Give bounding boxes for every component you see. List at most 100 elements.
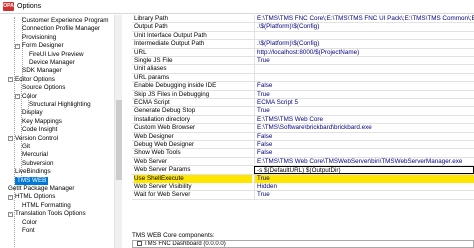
property-name: Web Server Params bbox=[134, 166, 191, 174]
property-row[interactable]: Web Server E:\TMS\TMS Web Core\TMSWebServ… bbox=[132, 157, 474, 167]
property-name: Unit aliases bbox=[134, 65, 167, 73]
tree-scrollbar[interactable] bbox=[114, 15, 122, 248]
tree-item[interactable]: Source Options bbox=[22, 84, 65, 92]
tree-expand-toggle-icon[interactable]: - bbox=[8, 136, 13, 142]
app-logo-icon: OPA bbox=[3, 2, 14, 11]
property-row[interactable]: Unit Interface Output Path bbox=[132, 31, 474, 41]
property-row[interactable]: Unit aliases bbox=[132, 65, 474, 74]
property-value[interactable]: http://localhost:8000/$(ProjectName) bbox=[254, 48, 474, 57]
property-value[interactable]: False bbox=[254, 132, 474, 141]
property-row[interactable]: Web Server Params -s $(DefaultURL) $(Outp… bbox=[132, 166, 474, 175]
window-title: Options bbox=[17, 3, 42, 10]
property-row[interactable]: URL http://localhost:8000/$(ProjectName) bbox=[132, 48, 474, 57]
property-value[interactable]: E:\TMS\TMS FNC Core\;E:\TMS\TMS FNC UI P… bbox=[254, 15, 474, 23]
property-name: Wait for Web Server bbox=[134, 191, 191, 199]
property-value[interactable] bbox=[254, 65, 474, 74]
component-checkbox[interactable] bbox=[137, 241, 142, 246]
tree-item[interactable]: Font bbox=[22, 227, 35, 235]
property-name: Generate Debug Stop bbox=[134, 107, 196, 115]
property-name: Enable Debugging inside IDE bbox=[134, 82, 217, 90]
property-name: Debug Web Designer bbox=[134, 141, 195, 148]
property-name: Use ShellExecute bbox=[134, 174, 252, 183]
tree-item[interactable]: FireUI Live Preview bbox=[29, 51, 84, 59]
property-row[interactable]: Enable Debugging inside IDE False bbox=[132, 82, 474, 91]
tree-item[interactable]: Connection Profile Manager bbox=[22, 25, 100, 33]
tree-item[interactable]: Git bbox=[22, 143, 30, 151]
tree-item[interactable]: Version Control bbox=[15, 135, 58, 143]
property-value-edit-field[interactable]: -s $(DefaultURL) $(OutputDir) bbox=[254, 166, 474, 175]
property-value[interactable]: True bbox=[254, 107, 474, 116]
property-value[interactable]: E:\TMS\TMS Web Core\TMSWebServer\bin\TMS… bbox=[254, 157, 474, 166]
tree-item[interactable]: SDK Manager bbox=[22, 67, 62, 75]
property-name: Custom Web Browser bbox=[134, 124, 196, 132]
property-name: Installation directory bbox=[134, 115, 190, 123]
property-name: Web Server bbox=[134, 157, 168, 165]
property-value[interactable]: .\$(Platform)\$(Config) bbox=[254, 40, 474, 49]
property-value[interactable] bbox=[254, 31, 474, 40]
property-row[interactable]: Output Path .\$(Platform)\$(Config) bbox=[132, 23, 474, 32]
tree-item[interactable]: Customer Experience Program bbox=[22, 17, 108, 25]
tree-item[interactable]: Structural Highlighting bbox=[29, 101, 91, 109]
property-row[interactable]: Debug Web Designer False bbox=[132, 141, 474, 150]
tree-expand-toggle-icon[interactable]: - bbox=[8, 194, 13, 200]
property-row[interactable]: Skip JS Files in Debugging True bbox=[132, 90, 474, 99]
property-value[interactable]: False bbox=[254, 141, 474, 149]
tree-item[interactable]: Provisioning bbox=[22, 34, 56, 42]
property-row[interactable]: Custom Web Browser E:\TMS\Software\brickb… bbox=[132, 124, 474, 133]
tree-item[interactable]: Form Designer bbox=[22, 42, 64, 50]
property-row[interactable]: Installation directory E:\TMS\TMS Web Cor… bbox=[132, 115, 474, 125]
tree-item[interactable]: Editor Options bbox=[15, 76, 55, 84]
tree-item[interactable]: Subversion bbox=[22, 160, 54, 168]
property-value[interactable]: E:\TMS\Software\brickbard\brickbard.exe bbox=[254, 124, 474, 133]
tree-item[interactable]: Color bbox=[22, 93, 37, 101]
property-value[interactable]: Hidden bbox=[254, 183, 474, 191]
property-name: Skip JS Files in Debugging bbox=[134, 90, 210, 98]
property-row[interactable]: Use ShellExecute True bbox=[132, 174, 474, 183]
tree-expand-toggle-icon[interactable]: - bbox=[15, 94, 20, 100]
property-value[interactable]: True bbox=[254, 174, 474, 183]
property-name: Web Designer bbox=[134, 132, 174, 140]
tree-expand-toggle-icon[interactable]: - bbox=[8, 77, 13, 83]
tree-item[interactable]: Code Insight bbox=[22, 126, 57, 134]
property-row[interactable]: Generate Debug Stop True bbox=[132, 107, 474, 116]
component-list-item[interactable]: TMS FNC Dashboard (0.0.0.0) bbox=[137, 241, 226, 247]
tree-item[interactable]: Device Manager bbox=[29, 59, 75, 67]
tree-item[interactable]: HTML Formatting bbox=[22, 202, 71, 210]
property-row[interactable]: Single JS File True bbox=[132, 57, 474, 66]
property-value[interactable]: .\$(Platform)\$(Config) bbox=[254, 23, 474, 32]
tree-item[interactable]: Translation Tools Options bbox=[15, 210, 86, 218]
property-row[interactable]: Web Server Visibility Hidden bbox=[132, 183, 474, 192]
property-row[interactable]: URL params bbox=[132, 73, 474, 83]
tree-item[interactable]: Mercurial bbox=[22, 151, 48, 159]
property-name: Output Path bbox=[134, 23, 168, 31]
property-value[interactable]: True bbox=[254, 191, 474, 200]
property-row[interactable]: Web Designer False bbox=[132, 132, 474, 141]
tree-item[interactable]: LiveBindings bbox=[15, 168, 51, 176]
options-tree[interactable]: Customer Experience Program Connection Pr… bbox=[0, 15, 122, 248]
property-value[interactable] bbox=[254, 73, 474, 82]
components-list[interactable]: TMS FNC Dashboard (0.0.0.0) bbox=[132, 240, 474, 248]
property-row[interactable]: Wait for Web Server True bbox=[132, 191, 474, 200]
tree-item[interactable]: Display bbox=[22, 109, 43, 117]
tree-item[interactable]: HTML Options bbox=[15, 193, 55, 201]
property-row[interactable]: Intermediate Output Path .\$(Platform)\$(… bbox=[132, 40, 474, 49]
property-value[interactable]: False bbox=[254, 149, 474, 158]
tree-expand-toggle-icon[interactable]: - bbox=[15, 43, 20, 49]
property-row[interactable]: Show Web Tools False bbox=[132, 149, 474, 158]
tree-scrollbar-thumb[interactable] bbox=[116, 100, 122, 180]
tree-item[interactable]: GetIt Package Manager bbox=[8, 185, 75, 193]
property-value[interactable]: E:\TMS\TMS Web Core bbox=[254, 115, 474, 124]
property-row[interactable]: ECMA Script ECMA Script 5 bbox=[132, 99, 474, 108]
property-value[interactable]: True bbox=[254, 57, 474, 65]
property-value[interactable]: True bbox=[254, 90, 474, 99]
property-name: Single JS File bbox=[134, 57, 173, 64]
property-name: ECMA Script bbox=[134, 99, 170, 106]
tree-item[interactable]: Key Mappings bbox=[22, 118, 62, 126]
property-name: Intermediate Output Path bbox=[134, 40, 205, 48]
tree-item[interactable]: TMS WEB bbox=[15, 176, 49, 185]
property-value[interactable]: False bbox=[254, 82, 474, 91]
tree-expand-toggle-icon[interactable]: - bbox=[8, 211, 13, 217]
property-value[interactable]: ECMA Script 5 bbox=[254, 99, 474, 107]
property-row[interactable]: Library Path E:\TMS\TMS FNC Core\;E:\TMS\… bbox=[132, 15, 474, 24]
tree-item[interactable]: Color bbox=[22, 219, 37, 227]
